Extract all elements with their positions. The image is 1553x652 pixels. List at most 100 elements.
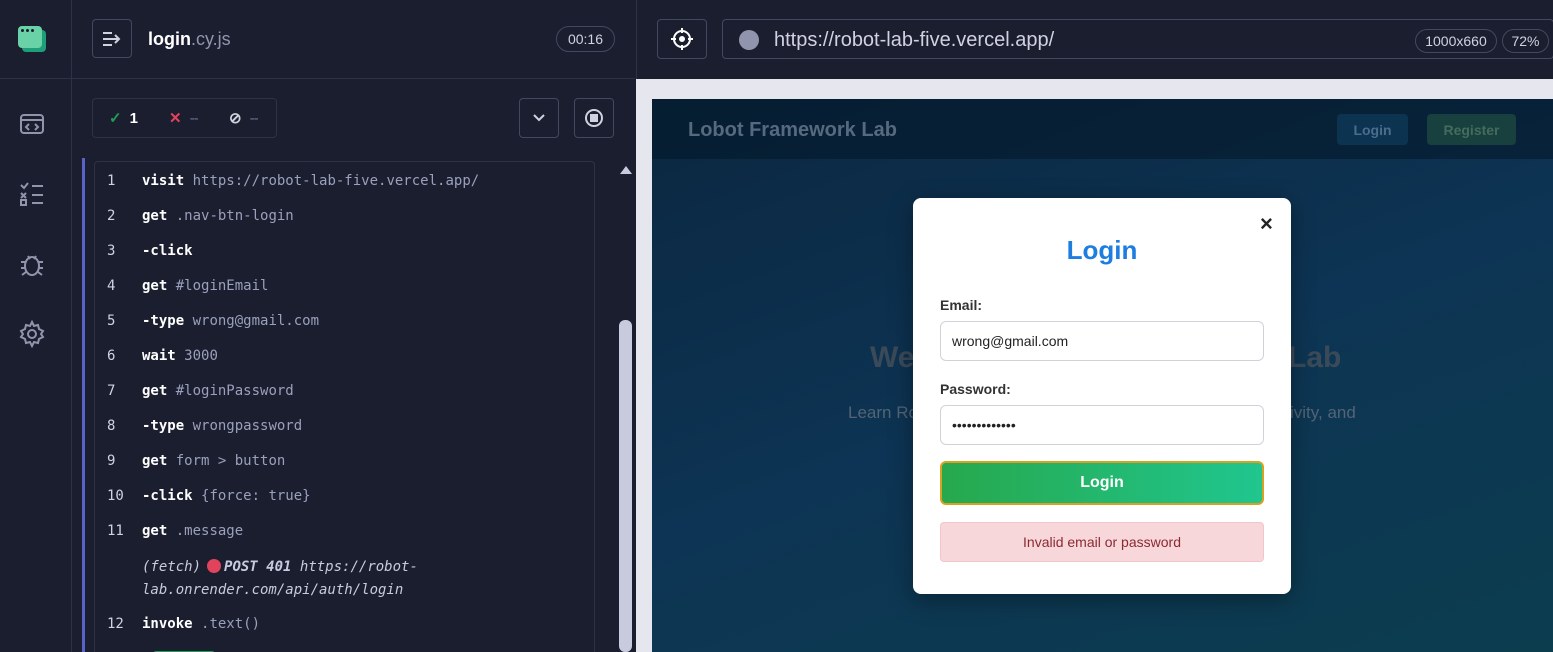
command-number: 6 <box>107 348 116 364</box>
check-icon: ✓ <box>109 110 122 127</box>
command-number: 10 <box>107 488 124 504</box>
pending-count: ⊘ -- <box>229 109 259 128</box>
command-message: #loginEmail <box>175 278 269 294</box>
expand-button[interactable] <box>519 98 559 138</box>
test-indicator <box>82 158 85 652</box>
fetch-url-line1: https://robot- <box>299 559 418 575</box>
failed-count: ✕ -- <box>169 109 199 128</box>
command-message: wrongpassword <box>192 418 303 434</box>
zoom-badge: 72% <box>1502 29 1549 53</box>
fetch-log[interactable]: (fetch) POST 401 https://robot- lab.onren… <box>142 556 418 602</box>
chevron-down-icon <box>533 114 545 122</box>
aut-header: https://robot-lab-five.vercel.app/ 1000x… <box>636 0 1553 79</box>
command-name: get .nav-btn-login <box>142 208 294 224</box>
command-name: -type wrongpassword <box>142 418 302 434</box>
hero-title-left: We <box>870 341 915 374</box>
command-name: -type wrong@gmail.com <box>142 313 319 329</box>
failed-value: -- <box>189 109 199 127</box>
reporter-header: login.cy.js 00:16 <box>72 0 635 79</box>
settings-icon[interactable] <box>18 319 46 349</box>
error-message: Invalid email or password <box>940 522 1264 562</box>
command-number: 7 <box>107 383 116 399</box>
hero-subtitle-left: Learn Ro <box>848 403 918 422</box>
fetch-label: (fetch) <box>142 559 202 575</box>
passed-value: 1 <box>129 109 138 127</box>
nav-register-button[interactable]: Register <box>1427 114 1516 145</box>
pending-value: -- <box>249 109 259 127</box>
fetch-method: POST 401 <box>224 559 292 575</box>
command-number: 12 <box>107 616 124 632</box>
close-icon[interactable]: × <box>1260 211 1273 237</box>
app-brand: Lobot Framework Lab <box>688 119 897 141</box>
hero-subtitle-right: ivity, and <box>1290 403 1356 422</box>
command-message: .nav-btn-login <box>175 208 294 224</box>
test-stats: ✓ 1 ✕ -- ⊘ -- <box>92 98 277 138</box>
url-text: https://robot-lab-five.vercel.app/ <box>774 29 1055 51</box>
command-name-text: get <box>142 278 168 294</box>
command-name-text: get <box>142 383 168 399</box>
divider <box>0 78 72 79</box>
stop-icon <box>585 109 603 127</box>
command-name: get form > button <box>142 453 285 469</box>
command-message: 3000 <box>184 348 218 364</box>
app-navbar: Lobot Framework Lab Login Register <box>652 99 1553 159</box>
command-message: https://robot-lab-five.vercel.app/ <box>192 173 480 189</box>
password-field[interactable]: ••••••••••••• <box>940 405 1264 445</box>
command-message: {force: true} <box>201 488 311 504</box>
fetch-url-line2: lab.onrender.com/api/auth/login <box>142 582 404 598</box>
command-number: 11 <box>107 523 124 539</box>
spec-ext: .cy.js <box>191 29 231 49</box>
command-name: -click <box>142 243 193 259</box>
runs-icon[interactable] <box>18 180 46 208</box>
crosshair-icon <box>671 28 693 50</box>
login-submit-button[interactable]: Login <box>940 461 1264 505</box>
viewport-badge[interactable]: 1000x660 <box>1415 29 1497 53</box>
specs-icon[interactable] <box>18 110 46 138</box>
nav-login-button[interactable]: Login <box>1337 114 1408 145</box>
url-bar[interactable]: https://robot-lab-five.vercel.app/ 1000x… <box>722 19 1553 59</box>
command-number: 9 <box>107 453 116 469</box>
command-name-text: -click <box>142 243 193 259</box>
command-name: get .message <box>142 523 243 539</box>
command-name-text: get <box>142 523 168 539</box>
command-name-text: invoke <box>142 616 193 632</box>
command-name-text: -type <box>142 418 185 434</box>
email-field[interactable]: wrong@gmail.com <box>940 321 1264 361</box>
spec-title: login.cy.js <box>148 29 231 50</box>
command-name: -click {force: true} <box>142 488 311 504</box>
command-number: 4 <box>107 278 116 294</box>
passed-count: ✓ 1 <box>109 109 138 128</box>
command-name-text: get <box>142 453 168 469</box>
command-name-text: -type <box>142 313 185 329</box>
cypress-logo-icon[interactable] <box>18 26 46 52</box>
command-message: .message <box>175 523 244 539</box>
spec-name: login <box>148 29 191 49</box>
command-name: get #loginPassword <box>142 383 294 399</box>
selector-playground-button[interactable] <box>657 19 707 59</box>
command-number: 5 <box>107 313 116 329</box>
email-label: Email: <box>940 297 983 313</box>
login-modal: × Login Email: wrong@gmail.com Password:… <box>913 198 1291 594</box>
command-name-text: wait <box>142 348 176 364</box>
command-name: visit https://robot-lab-five.vercel.app/ <box>142 173 479 189</box>
command-message: form > button <box>175 453 286 469</box>
command-name: wait 3000 <box>142 348 218 364</box>
command-name-text: visit <box>142 173 185 189</box>
command-number: 2 <box>107 208 116 224</box>
side-nav <box>0 0 72 652</box>
test-commands: 1 visit https://robot-lab-five.vercel.app… <box>94 161 595 652</box>
pending-icon: ⊘ <box>229 110 242 127</box>
command-name: get #loginEmail <box>142 278 268 294</box>
scroll-up-icon[interactable] <box>620 166 632 174</box>
hero-title-right: Lab <box>1288 341 1342 374</box>
command-number: 3 <box>107 243 116 259</box>
modal-title: Login <box>1066 235 1138 265</box>
debug-icon[interactable] <box>18 250 46 278</box>
duration-badge: 00:16 <box>556 26 615 52</box>
command-number: 8 <box>107 418 116 434</box>
toggle-specs-button[interactable] <box>92 19 132 58</box>
command-message: #loginPassword <box>175 383 294 399</box>
stop-button[interactable] <box>574 98 614 138</box>
scrollbar-thumb[interactable] <box>619 320 632 652</box>
password-label: Password: <box>940 381 1011 397</box>
